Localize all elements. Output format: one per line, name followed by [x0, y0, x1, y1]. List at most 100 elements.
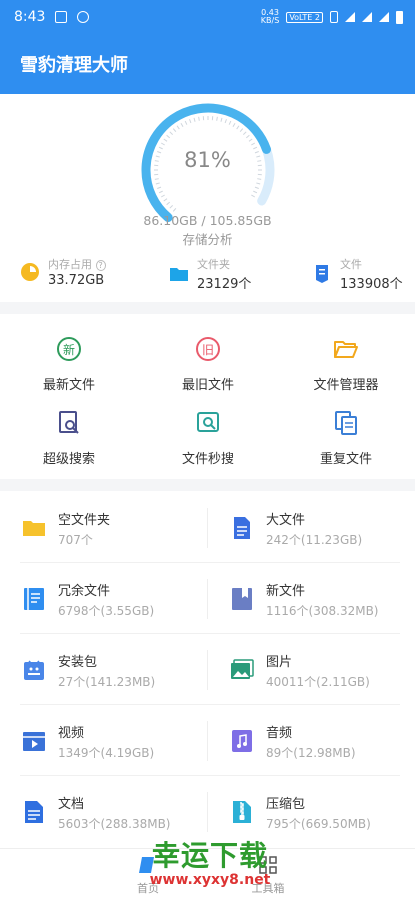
- tool-latest-files[interactable]: 新 最新文件: [9, 336, 129, 393]
- stat-files-label: 文件: [340, 258, 362, 271]
- gauge-tick: [189, 119, 192, 124]
- stat-folders[interactable]: 文件夹 23129个: [169, 256, 251, 292]
- gauge-tick: [216, 116, 218, 121]
- tool-latest-files-label: 最新文件: [42, 378, 95, 393]
- video-icon: [23, 732, 45, 751]
- gauge-tick: [157, 186, 162, 189]
- gauge-tick: [236, 125, 240, 130]
- tool-oldest-files-label: 最旧文件: [181, 378, 234, 393]
- old-file-icon: 旧: [196, 337, 220, 361]
- divider: [20, 704, 400, 705]
- document-icon: [25, 801, 43, 823]
- tool-super-search[interactable]: 超级搜索: [9, 410, 129, 467]
- gauge-tick: [224, 119, 227, 124]
- tool-quick-search[interactable]: 文件秒搜: [148, 410, 268, 467]
- gauge-tick: [243, 131, 247, 135]
- app-title: 雪豹清理大师: [20, 55, 128, 76]
- category-images[interactable]: 图片 40011个(2.11GB): [230, 645, 415, 695]
- category-name: 视频: [58, 725, 85, 741]
- category-video[interactable]: 视频 1349个(4.19GB): [22, 716, 212, 766]
- divider: [207, 721, 208, 761]
- super-search-icon: [59, 411, 79, 434]
- help-icon[interactable]: ?: [95, 260, 106, 271]
- gauge-tick: [160, 194, 165, 198]
- new-files-icon: [232, 588, 252, 610]
- category-name: 空文件夹: [58, 512, 111, 528]
- watermark-url: www.xyxy8.net: [149, 872, 271, 888]
- category-count: 6798个(3.55GB): [58, 603, 155, 618]
- tool-duplicate-files[interactable]: 重复文件: [286, 410, 406, 467]
- tool-quick-search-label: 文件秒搜: [181, 452, 234, 467]
- category-list: 空文件夹 707个 大文件 242个(11.23GB) 冗余文件 6798个(3.55…: [0, 491, 415, 853]
- category-audio[interactable]: 音频 89个(12.98MB): [230, 716, 415, 766]
- gallery-notification-icon: [55, 11, 68, 23]
- category-name: 图片: [266, 654, 293, 670]
- category-documents[interactable]: 文档 5603个(288.38MB): [22, 787, 212, 837]
- watermark-title: 幸运下载: [151, 839, 268, 872]
- category-name: 文档: [58, 796, 85, 812]
- category-apk[interactable]: 安装包 27个(141.23MB): [22, 645, 212, 695]
- status-time: 8:43: [14, 9, 46, 25]
- tool-file-manager[interactable]: 文件管理器: [286, 336, 406, 393]
- gauge-tick: [239, 128, 244, 133]
- folder-icon: [170, 268, 188, 281]
- gauge-tick: [172, 128, 177, 133]
- signal-2-icon: [379, 12, 389, 22]
- tool-file-manager-label: 文件管理器: [313, 378, 379, 393]
- category-name: 大文件: [266, 512, 306, 528]
- category-count: 1349个(4.19GB): [58, 745, 155, 760]
- category-redundant-files[interactable]: 冗余文件 6798个(3.55GB): [22, 574, 212, 624]
- volte-badge: VoLTE 2: [286, 11, 323, 23]
- tool-oldest-files[interactable]: 旧 最旧文件: [148, 336, 268, 393]
- category-archives[interactable]: 压缩包 795个(669.50MB): [230, 787, 415, 837]
- storage-analysis-link[interactable]: 存储分析: [0, 229, 415, 248]
- signal-icon: [362, 12, 372, 22]
- storage-percent: 81%: [184, 148, 231, 172]
- category-large-files[interactable]: 大文件 242个(11.23GB): [230, 503, 415, 553]
- gauge-tick: [253, 190, 258, 194]
- file-icon: [316, 265, 328, 283]
- wifi-icon: [345, 12, 355, 22]
- category-name: 冗余文件: [58, 583, 111, 599]
- empty-folder-icon: [23, 521, 45, 536]
- apk-icon: [24, 660, 44, 680]
- section-gap-2: [0, 479, 415, 491]
- gauge-tick: [193, 117, 196, 122]
- tool-duplicate-files-label: 重复文件: [319, 452, 372, 467]
- category-new-files[interactable]: 新文件 1116个(308.32MB): [230, 574, 415, 624]
- stat-files-value: 133908个: [340, 277, 403, 292]
- gauge-tick: [155, 182, 160, 185]
- stats-row: 内存占用 ? 33.72GB 文件夹 23129个 文件 133908个: [0, 256, 415, 292]
- gauge-tick: [245, 134, 250, 139]
- stat-memory[interactable]: 内存占用 ? 33.72GB: [20, 256, 106, 288]
- gauge-tick: [166, 134, 171, 139]
- storage-panel[interactable]: 81% 86.10GB / 105.85GB 存储分析 内存占用 ? 33.72…: [0, 94, 415, 302]
- zip-icon: [233, 801, 251, 823]
- category-name: 音频: [266, 725, 293, 741]
- watermark: 幸运下载 www.xyxy8.net: [130, 834, 290, 888]
- vibrate-icon: [330, 11, 338, 23]
- gauge-tick: [172, 207, 177, 212]
- category-name: 新文件: [266, 583, 306, 599]
- gauge-tick: [158, 190, 163, 194]
- gauge-tick: [254, 186, 259, 189]
- image-icon: [231, 659, 254, 679]
- gauge-tick: [169, 205, 173, 209]
- category-count: 27个(141.23MB): [58, 674, 156, 689]
- status-bar: 8:43 0.43 KB/S VoLTE 2: [0, 0, 415, 34]
- category-count: 89个(12.98MB): [266, 745, 356, 760]
- stat-memory-label: 内存占用 ?: [48, 256, 106, 272]
- category-count: 242个(11.23GB): [266, 532, 363, 547]
- network-speed: 0.43 KB/S: [261, 9, 280, 25]
- divider: [207, 508, 208, 548]
- redundant-file-icon: [24, 588, 44, 610]
- app-bar: 雪豹清理大师: [0, 34, 415, 94]
- stat-files[interactable]: 文件 133908个: [312, 256, 403, 292]
- sync-notification-icon: [77, 11, 90, 23]
- gauge-tick: [169, 131, 173, 135]
- net-speed-unit: KB/S: [260, 16, 280, 25]
- divider: [207, 650, 208, 690]
- category-empty-folders[interactable]: 空文件夹 707个: [22, 503, 212, 553]
- stat-folders-label: 文件夹: [197, 258, 230, 271]
- divider: [20, 562, 400, 563]
